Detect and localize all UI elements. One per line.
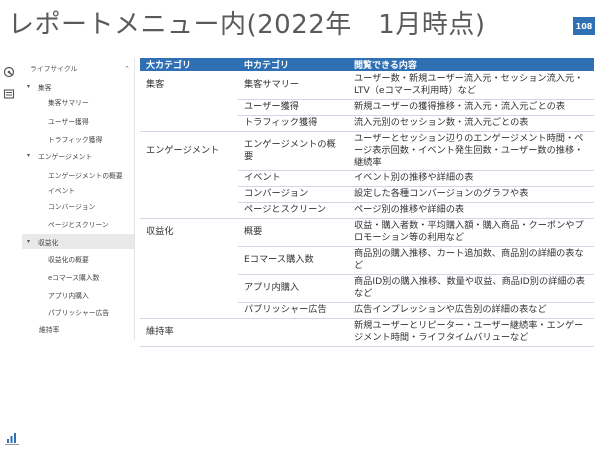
caret-down-icon[interactable]: ▾ (27, 83, 30, 90)
sidebar-item[interactable]: eコマース購入数 (22, 269, 134, 284)
category-cell (140, 202, 238, 219)
sidebar-nav: ライフサイクル ⌃ ▾ 集客集客サマリー ユーザー獲得トラフィック獲得 ▾ エンゲージメ… (22, 58, 135, 340)
sidebar-item[interactable]: ▾ 集客 (22, 79, 134, 94)
category-cell (140, 246, 238, 274)
table-row: コンバージョン 設定した各種コンバージョンのグラフや表 (140, 186, 594, 203)
table-row: エンゲージメント エンゲージメントの概要 ユーザーとセッション辺りのエンゲージメント… (140, 131, 594, 171)
sidebar-item-label: エンゲージメントの概要 (48, 171, 123, 180)
sidebar-item-label: パブリッシャー広告 (48, 308, 110, 317)
table-row: Eコマース購入数 商品別の購入推移、カート追加数、商品別の詳細の表など (140, 246, 594, 275)
category-cell (140, 115, 238, 132)
table-header-row: 大カテゴリ 中カテゴリ 閲覧できる内容 (140, 58, 594, 71)
chevron-up-icon[interactable]: ⌃ (124, 65, 130, 73)
sidebar-item-label: ユーザー獲得 (48, 117, 89, 126)
subcategory-cell: コンバージョン (238, 186, 348, 203)
description-cell: 新規ユーザーの獲得推移・流入元・流入元ごとの表 (348, 99, 594, 116)
description-cell: 収益・購入者数・平均購入額・購入商品・クーポンやプロモーション等の利用など (348, 218, 594, 247)
sidebar-item[interactable]: ▾ エンゲージメント (22, 148, 134, 163)
sidebar-item-label: コンバージョン (48, 202, 96, 211)
category-cell (140, 99, 238, 115)
table-row: アプリ内購入 商品ID別の購入推移、数量や収益、商品ID別の詳細の表など (140, 274, 594, 303)
sidebar-item[interactable]: 維持率 (22, 321, 134, 336)
page-number-badge: 108 (573, 17, 595, 35)
subcategory-cell (238, 318, 348, 347)
sidebar-item-label: eコマース購入数 (48, 273, 100, 282)
brand-logo (5, 433, 19, 445)
subcategory-cell: パブリッシャー広告 (238, 302, 348, 319)
header-contents: 閲覧できる内容 (348, 58, 594, 71)
sidebar-item-label: エンゲージメント (38, 152, 93, 161)
table-row: 維持率 新規ユーザーとリピーター・ユーザー継続率・エンゲージメント時間・ライフタイ… (140, 318, 594, 347)
table-row: パブリッシャー広告 広告インプレッションや広告別の詳細の表など (140, 302, 594, 319)
table-row: ユーザー獲得 新規ユーザーの獲得推移・流入元・流入元ごとの表 (140, 99, 594, 116)
caret-down-icon[interactable]: ▾ (27, 152, 30, 159)
sidebar-item[interactable]: 集客サマリー (22, 94, 134, 109)
sidebar-item-label: 維持率 (39, 325, 60, 334)
sidebar-section-label: ライフサイクル (30, 64, 78, 73)
subcategory-cell: ページとスクリーン (238, 202, 348, 219)
category-cell (140, 302, 238, 319)
subcategory-cell: アプリ内購入 (238, 274, 348, 303)
header-sub-category: 中カテゴリ (238, 58, 348, 71)
description-cell: 広告インプレッションや広告別の詳細の表など (348, 302, 594, 319)
description-cell: 商品別の購入推移、カート追加数、商品別の詳細の表など (348, 246, 594, 275)
sidebar-item[interactable]: ▾ 収益化 (22, 234, 134, 249)
description-cell: ページ別の推移や詳細の表 (348, 202, 594, 219)
sidebar-item-label: ページとスクリーン (48, 220, 109, 229)
table-row: イベント イベント別の推移や詳細の表 (140, 170, 594, 187)
table-row: 集客 集客サマリー ユーザー数・新規ユーザー流入元・セッション流入元・LTV（eコマ… (140, 71, 594, 100)
sidebar-item[interactable]: ページとスクリーン (22, 216, 134, 231)
table-row: ページとスクリーン ページ別の推移や詳細の表 (140, 202, 594, 219)
description-cell: ユーザー数・新規ユーザー流入元・セッション流入元・LTV（eコマース利用時）など (348, 71, 594, 100)
category-cell: 維持率 (140, 318, 238, 347)
sidebar-item-label: 集客サマリー (48, 98, 89, 107)
description-cell: イベント別の推移や詳細の表 (348, 170, 594, 187)
category-cell (140, 274, 238, 302)
category-cell: 集客 (146, 79, 165, 90)
description-cell: 設定した各種コンバージョンのグラフや表 (348, 186, 594, 203)
sidebar-item-label: アプリ内購入 (48, 291, 89, 300)
description-cell: 商品ID別の購入推移、数量や収益、商品ID別の詳細の表など (348, 274, 594, 303)
analytics-icon[interactable] (3, 66, 15, 78)
subcategory-cell: Eコマース購入数 (238, 246, 348, 275)
subcategory-cell: 概要 (238, 218, 348, 247)
category-cell: 収益化 (146, 226, 174, 238)
sidebar-item[interactable]: エンゲージメントの概要 (22, 167, 134, 182)
sidebar-item-label: 収益化 (38, 238, 59, 247)
sidebar-item-label: トラフィック獲得 (48, 135, 103, 144)
sidebar-item[interactable]: アプリ内購入 (22, 287, 134, 302)
category-cell (140, 170, 238, 186)
sidebar-item[interactable]: パブリッシャー広告 (22, 304, 134, 319)
sidebar-item-label: 集客 (38, 83, 52, 92)
subcategory-cell: ユーザー獲得 (238, 99, 348, 116)
subcategory-cell: トラフィック獲得 (238, 115, 348, 132)
description-cell: 新規ユーザーとリピーター・ユーザー継続率・エンゲージメント時間・ライフタイムバリ… (348, 318, 594, 347)
report-menu-table: 大カテゴリ 中カテゴリ 閲覧できる内容 集客 集客サマリー ユーザー数・新規ユーザー… (140, 58, 594, 347)
category-cell: エンゲージメント (146, 144, 220, 156)
description-cell: 流入元別のセッション数・流入元ごとの表 (348, 115, 594, 132)
table-row: 収益化 概要 収益・購入者数・平均購入額・購入商品・クーポンやプロモーション等の利用… (140, 218, 594, 247)
caret-down-icon[interactable]: ▾ (27, 238, 30, 245)
sidebar-item[interactable]: イベント (22, 182, 134, 197)
subcategory-cell: エンゲージメントの概要 (238, 131, 348, 171)
sidebar-item[interactable]: 収益化の概要 (22, 251, 134, 266)
sidebar-item-label: 収益化の概要 (48, 255, 89, 264)
sidebar-item[interactable]: トラフィック獲得 (22, 131, 134, 146)
sidebar-item[interactable]: コンバージョン (22, 198, 134, 213)
sidebar-item-label: イベント (48, 186, 76, 195)
sidebar-section-lifecycle[interactable]: ライフサイクル ⌃ (22, 60, 134, 75)
table-row: トラフィック獲得 流入元別のセッション数・流入元ごとの表 (140, 115, 594, 132)
sidebar-item[interactable]: ユーザー獲得 (22, 113, 134, 128)
page-title: レポートメニュー内(2022年 1月時点) (8, 10, 486, 40)
header-major-category: 大カテゴリ (140, 58, 238, 71)
description-cell: ユーザーとセッション辺りのエンゲージメント時間・ページ表示回数・イベント発生回数… (348, 131, 594, 171)
category-cell (140, 186, 238, 202)
subcategory-cell: 集客サマリー (238, 71, 348, 100)
subcategory-cell: イベント (238, 170, 348, 187)
list-icon[interactable] (3, 88, 15, 100)
